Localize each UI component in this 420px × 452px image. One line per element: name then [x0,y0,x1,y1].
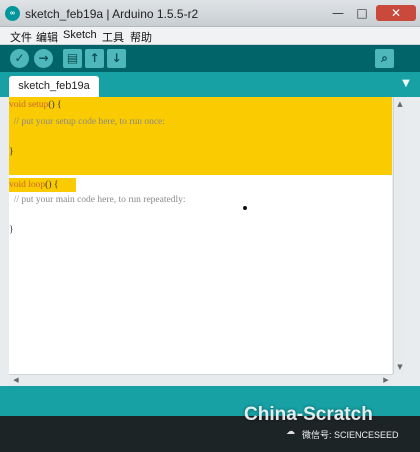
vertical-scrollbar[interactable]: ▲ ▼ [393,97,405,374]
window-title: sketch_feb19a | Arduino 1.5.5-r2 [25,7,199,21]
verify-button[interactable]: ✓ [10,49,29,68]
arrow-right-icon: → [38,51,49,65]
selection-highlight [9,97,392,175]
menu-help[interactable]: 帮助 [130,29,152,45]
minimize-button[interactable]: — [328,5,348,21]
menu-edit[interactable]: 编辑 [36,29,58,45]
scroll-left-icon[interactable]: ◀ [11,375,21,386]
mouse-cursor [243,206,247,210]
new-button[interactable]: ▤ [63,49,82,68]
keyword-loop: void loop [9,180,46,190]
close-button[interactable]: ✕ [376,5,416,21]
code-comment-loop: // put your main code here, to run repea… [9,195,186,205]
code-setup-rest: () { [48,100,62,110]
code-comment-setup: // put your setup code here, to run once… [9,117,165,127]
save-button[interactable]: ↓ [107,49,126,68]
watermark-text: China-Scratch [244,404,373,425]
toolbar: ✓ → ▤ ↑ ↓ ⌕ [0,45,420,72]
tab-menu-icon[interactable]: ▼ [399,77,413,91]
code-close-setup: } [9,147,14,157]
serial-monitor-button[interactable]: ⌕ [375,49,394,68]
scroll-down-icon[interactable]: ▼ [395,362,405,372]
code-line-loop: void loop() { [9,178,58,192]
code-editor[interactable]: void setup() { // put your setup code he… [9,97,392,374]
open-button[interactable]: ↑ [85,49,104,68]
keyword-setup: void setup [9,100,49,110]
code-loop-rest: () { [45,180,59,190]
menu-tools[interactable]: 工具 [102,29,124,45]
scroll-up-icon[interactable]: ▲ [395,99,405,109]
new-file-icon: ▤ [66,51,79,65]
title-bar: ∞ sketch_feb19a | Arduino 1.5.5-r2 — □ ✕ [0,0,420,27]
scroll-right-icon[interactable]: ▶ [381,375,391,386]
code-line-setup: void setup() { [9,98,62,112]
menu-file[interactable]: 文件 [10,29,32,45]
tab-sketch[interactable]: sketch_feb19a [9,76,99,97]
menu-bar: 文件 编辑 Sketch 工具 帮助 [0,27,420,45]
checkmark-icon: ✓ [14,51,25,65]
arrow-down-icon: ↓ [111,51,122,65]
magnifier-icon: ⌕ [381,51,388,65]
menu-sketch[interactable]: Sketch [63,29,97,41]
upload-button[interactable]: → [34,49,53,68]
arrow-up-icon: ↑ [89,51,100,65]
tab-strip: sketch_feb19a ▼ [0,72,420,97]
watermark-subtext: 微信号: SCIENCESEED [302,430,399,440]
horizontal-scrollbar[interactable]: ◀ ▶ [9,374,393,386]
wechat-icon: ☁ [286,427,295,437]
arduino-logo-icon: ∞ [5,6,20,21]
maximize-button[interactable]: □ [352,5,372,21]
code-close-loop: } [9,225,14,235]
